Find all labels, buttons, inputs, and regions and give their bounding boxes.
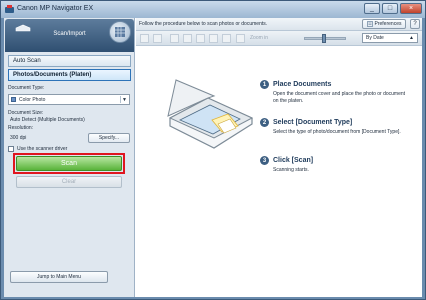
scanner-illustration-icon — [167, 79, 254, 149]
scanner-driver-option[interactable]: Use the scanner driver — [8, 146, 67, 152]
preferences-button[interactable]: Preferences — [362, 19, 406, 29]
title-bar: Canon MP Navigator EX _ □ × — [1, 1, 425, 18]
chevron-up-icon: ▲ — [409, 35, 414, 41]
rotate-left-icon[interactable] — [170, 34, 179, 43]
step-number-1: 1 — [260, 80, 269, 89]
step-title-2: Select [Document Type] — [273, 119, 353, 126]
document-type-label: Document Type: — [8, 85, 45, 91]
menu-globe-button[interactable] — [109, 21, 131, 43]
document-size-value: Auto Detect (Multiple Documents) — [10, 117, 85, 123]
enlarge-icon[interactable] — [222, 34, 231, 43]
app-window: Canon MP Navigator EX _ □ × Scan/Import … — [0, 0, 426, 300]
minimize-button[interactable]: _ — [364, 3, 380, 14]
slider-knob[interactable] — [322, 34, 326, 43]
mode-header: Scan/Import — [5, 19, 134, 52]
scan-button[interactable]: Scan — [16, 156, 122, 171]
maximize-button[interactable]: □ — [382, 3, 398, 14]
jump-to-main-menu-button[interactable]: Jump to Main Menu — [10, 271, 108, 283]
step-desc-2: Select the type of photo/document from [… — [273, 129, 401, 135]
scanner-driver-checkbox[interactable] — [8, 146, 14, 152]
zoom-label: Zoom in — [250, 35, 269, 41]
close-button[interactable]: × — [400, 3, 422, 14]
task-auto-scan[interactable]: Auto Scan — [8, 55, 131, 67]
step-3: 3 Click [Scan] Scanning starts. — [260, 156, 410, 174]
resolution-value: 300 dpi — [10, 135, 27, 141]
left-panel: Scan/Import Auto Scan Photos/Documents (… — [4, 18, 135, 297]
app-icon — [5, 5, 14, 13]
rotate-right-icon[interactable] — [183, 34, 192, 43]
hint-bar: Follow the procedure below to scan photo… — [136, 18, 422, 31]
select-all-icon[interactable] — [140, 34, 149, 43]
step-title-1: Place Documents — [273, 81, 332, 88]
preferences-label: Preferences — [374, 21, 402, 27]
clear-button[interactable]: Clear — [16, 176, 122, 188]
hint-text: Follow the procedure below to scan photo… — [139, 21, 268, 27]
document-type-select[interactable]: Color Photo ▼ — [8, 94, 130, 105]
main-content: 1 Place Documents Open the document cove… — [136, 46, 422, 297]
step-number-2: 2 — [260, 118, 269, 127]
chevron-down-icon: ▼ — [120, 96, 128, 103]
step-1: 1 Place Documents Open the document cove… — [260, 80, 410, 105]
client-area: Scan/Import Auto Scan Photos/Documents (… — [4, 18, 422, 297]
document-size-label: Document Size: — [8, 110, 44, 116]
specify-button[interactable]: Specify... — [88, 133, 130, 143]
task-photos-documents-platen[interactable]: Photos/Documents (Platen) — [8, 69, 131, 81]
crop-icon[interactable] — [209, 34, 218, 43]
grid-icon — [115, 27, 125, 37]
window-title: Canon MP Navigator EX — [17, 5, 94, 12]
deselect-icon[interactable] — [153, 34, 162, 43]
step-desc-1: Open the document cover and place the ph… — [273, 91, 406, 104]
toolbar: Zoom in By Date ▲ — [136, 31, 422, 46]
zoom-icon[interactable] — [236, 34, 245, 43]
sort-select[interactable]: By Date ▲ — [362, 33, 418, 43]
document-type-value: Color Photo — [19, 96, 46, 103]
step-2: 2 Select [Document Type] Select the type… — [260, 118, 410, 136]
help-button[interactable]: ? — [410, 19, 420, 29]
scanner-driver-label: Use the scanner driver — [17, 146, 68, 152]
flip-icon[interactable] — [196, 34, 205, 43]
sort-value: By Date — [366, 35, 384, 41]
step-desc-3: Scanning starts. — [273, 167, 309, 173]
color-photo-icon — [11, 97, 16, 102]
resolution-label: Resolution: — [8, 125, 34, 131]
preferences-icon — [366, 21, 373, 27]
step-number-3: 3 — [260, 156, 269, 165]
step-title-3: Click [Scan] — [273, 157, 314, 164]
